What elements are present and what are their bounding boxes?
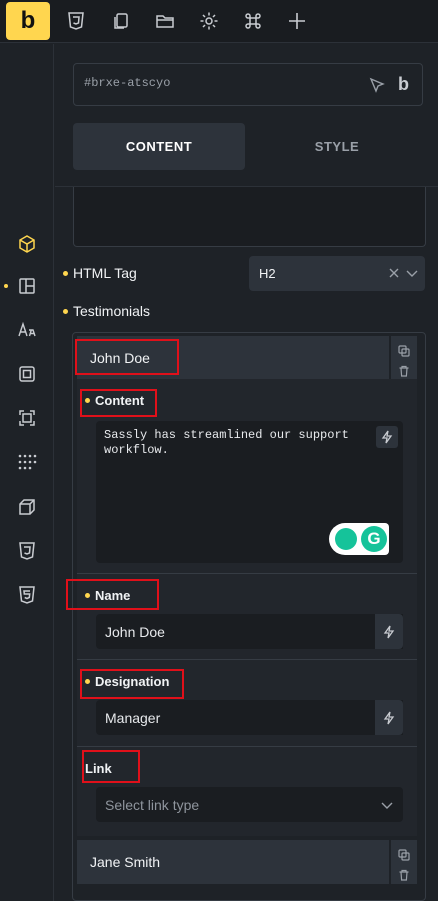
designation-label-text: Designation xyxy=(95,674,170,689)
clear-icon[interactable] xyxy=(387,266,401,280)
folder-icon[interactable] xyxy=(153,9,177,33)
name-label: Name xyxy=(85,588,130,603)
grid-dots-icon[interactable] xyxy=(17,452,37,472)
repeater-item-title: John Doe xyxy=(90,350,150,366)
dynamic-data-icon[interactable] xyxy=(376,426,398,448)
modified-dot xyxy=(85,679,90,684)
cursor-icon[interactable] xyxy=(368,76,386,94)
frame-icon[interactable] xyxy=(17,408,37,428)
divider xyxy=(77,573,417,574)
designation-input[interactable]: Manager xyxy=(96,700,403,735)
css3-icon[interactable] xyxy=(64,9,88,33)
name-label-text: Name xyxy=(95,588,131,603)
element-id-input[interactable] xyxy=(84,76,344,90)
repeater-item-title: Jane Smith xyxy=(90,854,161,870)
link-label: Link xyxy=(85,761,112,776)
designation-label: Designation xyxy=(85,674,169,689)
testimonials-label: Testimonials xyxy=(63,301,150,321)
typography-icon[interactable] xyxy=(17,320,37,340)
left-rail xyxy=(0,44,54,901)
name-input-value: John Doe xyxy=(105,623,165,640)
grammarly-icon: G xyxy=(361,526,387,552)
html-tag-label: HTML Tag xyxy=(63,263,137,283)
tab-style[interactable]: STYLE xyxy=(251,123,423,170)
divider xyxy=(77,659,417,660)
divider xyxy=(77,746,417,747)
modified-dot xyxy=(63,270,68,276)
modified-dot xyxy=(63,308,68,314)
link-type-select[interactable]: Select link type xyxy=(96,787,403,822)
3d-box-icon[interactable] xyxy=(17,497,37,517)
clone-icon[interactable] xyxy=(398,848,410,861)
repeater-item-header[interactable]: Jane Smith xyxy=(77,840,389,884)
previous-textarea[interactable] xyxy=(73,187,426,247)
layout-icon[interactable] xyxy=(17,276,37,296)
repeater-item-actions xyxy=(391,336,417,380)
dynamic-data-icon[interactable] xyxy=(375,614,403,649)
gear-icon[interactable] xyxy=(197,9,221,33)
dynamic-data-icon[interactable] xyxy=(375,700,403,735)
plus-icon[interactable] xyxy=(285,9,309,33)
cube-icon[interactable] xyxy=(17,234,37,254)
html-tag-label-text: HTML Tag xyxy=(73,265,137,281)
link-type-placeholder: Select link type xyxy=(105,796,200,813)
lightbulb-icon xyxy=(335,528,357,550)
command-icon[interactable] xyxy=(241,9,265,33)
trash-icon[interactable] xyxy=(398,868,410,881)
content-textarea[interactable]: Sassly has streamlined our support workf… xyxy=(96,421,403,563)
box-model-icon[interactable] xyxy=(17,364,37,384)
html-tag-value: H2 xyxy=(259,266,276,281)
html-tag-select[interactable]: H2 xyxy=(249,256,425,291)
html5-icon[interactable] xyxy=(17,585,37,605)
designation-input-value: Manager xyxy=(105,709,161,726)
content-label: Content xyxy=(85,393,144,408)
top-toolbar: b xyxy=(0,0,438,43)
testimonials-label-text: Testimonials xyxy=(73,303,151,319)
modified-dot xyxy=(85,593,90,598)
testimonials-repeater: John Doe Content Sassly has streamlined … xyxy=(72,332,426,901)
brand-b-icon[interactable]: b xyxy=(398,74,409,95)
chevron-down-icon xyxy=(380,798,394,812)
grammarly-widget[interactable]: G xyxy=(329,523,389,555)
link-label-text: Link xyxy=(85,761,112,776)
chevron-down-icon[interactable] xyxy=(405,266,419,280)
active-indicator xyxy=(4,284,8,288)
modified-dot xyxy=(85,398,90,403)
element-id-field: b xyxy=(73,63,423,106)
tab-content[interactable]: CONTENT xyxy=(73,123,245,170)
bricks-logo-button[interactable]: b xyxy=(6,2,50,40)
css3-icon[interactable] xyxy=(17,541,37,561)
clone-icon[interactable] xyxy=(398,344,410,357)
repeater-item-header[interactable]: John Doe xyxy=(77,336,389,380)
content-label-text: Content xyxy=(95,393,145,408)
repeater-item-body: Content Sassly has streamlined our suppo… xyxy=(77,379,417,836)
repeater-item-actions xyxy=(391,840,417,884)
content-text: Sassly has streamlined our support workf… xyxy=(104,428,349,457)
copy-icon[interactable] xyxy=(109,9,133,33)
element-panel: b CONTENT STYLE HTML Tag H2 Testimonials… xyxy=(55,44,438,901)
panel-tabs: CONTENT STYLE xyxy=(73,123,423,170)
trash-icon[interactable] xyxy=(398,364,410,377)
name-input[interactable]: John Doe xyxy=(96,614,403,649)
